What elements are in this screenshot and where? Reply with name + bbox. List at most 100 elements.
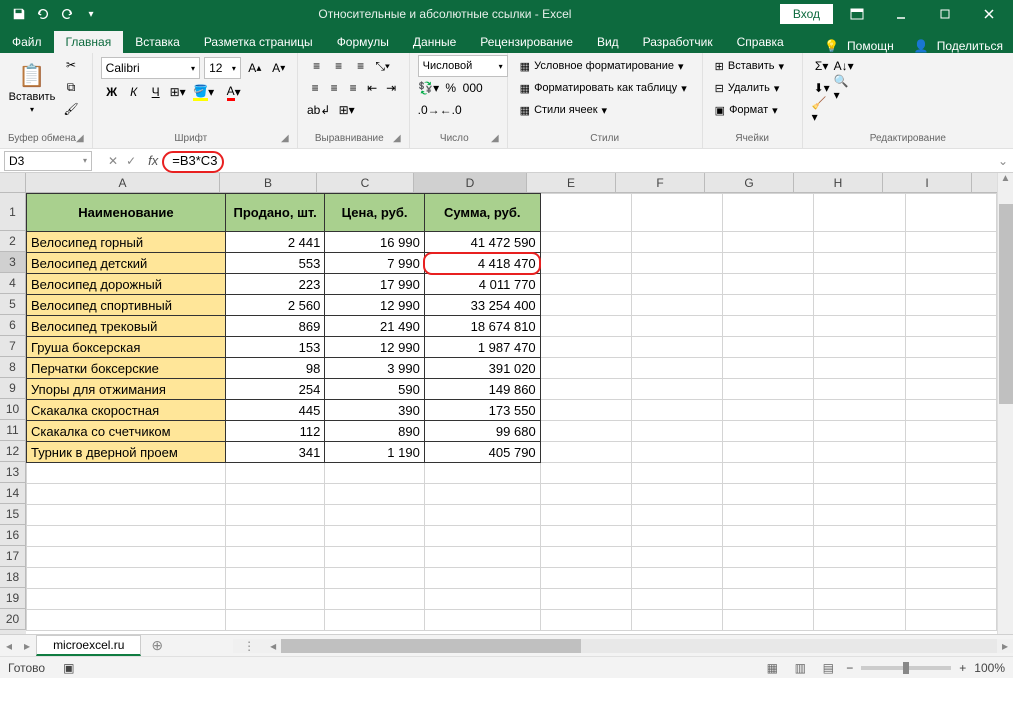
cell[interactable]: Продано, шт.	[225, 194, 324, 232]
tab-insert[interactable]: Вставка	[123, 31, 192, 53]
cell[interactable]: Скакалка скоростная	[27, 400, 226, 421]
cell[interactable]: 391 020	[424, 358, 540, 379]
column-header[interactable]: G	[705, 173, 794, 192]
cell[interactable]	[905, 589, 996, 610]
cell[interactable]	[424, 610, 540, 631]
font-color-icon[interactable]: A▾	[219, 81, 249, 103]
minimize-icon[interactable]	[881, 0, 921, 28]
cell[interactable]	[723, 232, 814, 253]
cell[interactable]: Скакалка со счетчиком	[27, 421, 226, 442]
column-header[interactable]: A	[26, 173, 220, 192]
cell[interactable]	[723, 442, 814, 463]
ribbon-options-icon[interactable]	[837, 0, 877, 28]
align-center-icon[interactable]: ≡	[325, 77, 344, 99]
cell[interactable]	[27, 526, 226, 547]
cell[interactable]: 2 441	[225, 232, 324, 253]
cell[interactable]	[225, 589, 324, 610]
cell[interactable]: Груша боксерская	[27, 337, 226, 358]
cell[interactable]	[631, 463, 722, 484]
cell[interactable]: 4 418 470	[424, 253, 540, 274]
cell[interactable]	[424, 568, 540, 589]
cell[interactable]	[540, 379, 631, 400]
cell[interactable]: 223	[225, 274, 324, 295]
tab-view[interactable]: Вид	[585, 31, 631, 53]
cell[interactable]: 112	[225, 421, 324, 442]
cell[interactable]	[631, 194, 722, 232]
cell[interactable]	[27, 610, 226, 631]
cell[interactable]	[905, 610, 996, 631]
cell[interactable]	[631, 295, 722, 316]
row-header[interactable]: 16	[0, 525, 26, 546]
font-size-select[interactable]: 12▾	[204, 57, 241, 79]
cell[interactable]	[325, 526, 424, 547]
cell[interactable]: 254	[225, 379, 324, 400]
row-header[interactable]: 13	[0, 462, 26, 483]
indent-increase-icon[interactable]: ⇥	[382, 77, 401, 99]
cell[interactable]	[27, 505, 226, 526]
vertical-scrollbar[interactable]: ▲	[997, 173, 1013, 634]
cell[interactable]: 12 990	[325, 337, 424, 358]
cell[interactable]	[225, 547, 324, 568]
cell[interactable]: Турник в дверной проем	[27, 442, 226, 463]
cell[interactable]	[27, 568, 226, 589]
cell[interactable]	[814, 337, 905, 358]
cell[interactable]: Велосипед дорожный	[27, 274, 226, 295]
dialog-launcher-icon[interactable]: ◢	[76, 133, 84, 144]
number-format-select[interactable]: Числовой▾	[418, 55, 508, 77]
cell[interactable]	[905, 253, 996, 274]
cell[interactable]	[723, 463, 814, 484]
cell[interactable]	[540, 337, 631, 358]
zoom-level[interactable]: 100%	[974, 661, 1005, 675]
wrap-text-icon[interactable]: ab↲	[306, 99, 332, 121]
cell[interactable]	[905, 526, 996, 547]
tab-data[interactable]: Данные	[401, 31, 468, 53]
redo-icon[interactable]	[56, 3, 78, 25]
select-all-corner[interactable]	[0, 173, 26, 192]
cell[interactable]: 390	[325, 400, 424, 421]
cell[interactable]	[325, 505, 424, 526]
cell[interactable]: 7 990	[325, 253, 424, 274]
tab-help[interactable]: Справка	[725, 31, 796, 53]
format-painter-icon[interactable]: 🖌	[60, 99, 82, 119]
sheet-nav-next-icon[interactable]: ▸	[18, 639, 36, 653]
cell[interactable]	[723, 194, 814, 232]
row-header[interactable]: 15	[0, 504, 26, 525]
cell[interactable]: Велосипед горный	[27, 232, 226, 253]
cell[interactable]	[814, 505, 905, 526]
tab-page-layout[interactable]: Разметка страницы	[192, 31, 325, 53]
close-icon[interactable]	[969, 0, 1009, 28]
cell[interactable]	[905, 274, 996, 295]
cell[interactable]	[540, 400, 631, 421]
cell[interactable]	[540, 547, 631, 568]
enter-formula-icon[interactable]: ✓	[126, 154, 136, 168]
cell[interactable]	[631, 421, 722, 442]
row-header[interactable]: 14	[0, 483, 26, 504]
cell[interactable]: 405 790	[424, 442, 540, 463]
zoom-slider[interactable]	[861, 666, 951, 670]
cell[interactable]: 445	[225, 400, 324, 421]
border-icon[interactable]: ⊞▾	[167, 81, 189, 103]
cell[interactable]: 590	[325, 379, 424, 400]
accounting-format-icon[interactable]: 💱▾	[418, 77, 440, 99]
column-header[interactable]: E	[527, 173, 616, 192]
cell[interactable]: Велосипед детский	[27, 253, 226, 274]
cell[interactable]	[905, 463, 996, 484]
increase-decimal-icon[interactable]: .0→	[418, 99, 440, 121]
cell[interactable]	[325, 589, 424, 610]
conditional-formatting-button[interactable]: ▦Условное форматирование▾	[516, 55, 694, 77]
cell[interactable]	[723, 379, 814, 400]
tell-me-label[interactable]: Помощн	[847, 39, 894, 53]
row-header[interactable]: 9	[0, 378, 26, 399]
cell[interactable]: Перчатки боксерские	[27, 358, 226, 379]
cell[interactable]: Сумма, руб.	[424, 194, 540, 232]
cell[interactable]: 17 990	[325, 274, 424, 295]
cell[interactable]	[814, 589, 905, 610]
align-bottom-icon[interactable]: ≡	[350, 55, 372, 77]
cell[interactable]	[631, 568, 722, 589]
cell[interactable]	[540, 358, 631, 379]
row-header[interactable]: 19	[0, 588, 26, 609]
cell[interactable]	[540, 484, 631, 505]
cell[interactable]: Наименование	[27, 194, 226, 232]
cell[interactable]: 12 990	[325, 295, 424, 316]
dialog-launcher-icon[interactable]: ◢	[393, 133, 401, 144]
